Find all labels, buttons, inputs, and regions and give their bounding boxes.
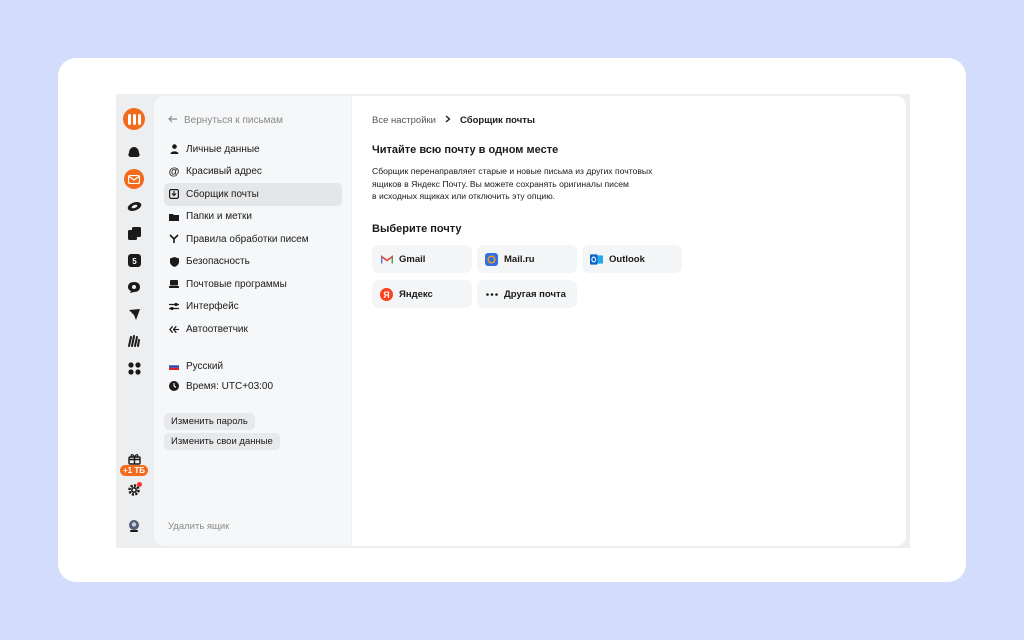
- clock-icon: [169, 381, 179, 391]
- sidebar-item-mail-collector[interactable]: Сборщик почты: [164, 183, 342, 206]
- app-rail: 5 +1 ТБ: [116, 94, 152, 548]
- locale-settings: Русский Время: UTC+03:00: [164, 356, 342, 396]
- sidebar-item-label: Автоответчик: [186, 323, 248, 335]
- sidebar-item-label: Правила обработки писем: [186, 233, 309, 245]
- inbox-download-icon: [169, 189, 179, 200]
- shield-icon: [169, 256, 179, 267]
- page-description: Сборщик перенаправляет старые и новые пи…: [372, 165, 682, 203]
- gmail-icon: [380, 253, 393, 266]
- yandex-icon: Я: [380, 287, 393, 301]
- provider-yandex-button[interactable]: Я Яндекс: [372, 280, 472, 308]
- sidebar-item-mail-rules[interactable]: Правила обработки писем: [164, 228, 342, 251]
- sidebar-item-label: Интерфейс: [186, 301, 239, 313]
- sliders-icon: [169, 302, 179, 312]
- folder-icon: [169, 212, 179, 222]
- provider-label: Mail.ru: [504, 253, 535, 265]
- chevron-right-icon: [445, 115, 451, 126]
- sidebar-item-personal-data[interactable]: Личные данные: [164, 138, 342, 161]
- reply-all-icon: [169, 324, 179, 334]
- storage-badge[interactable]: +1 ТБ: [120, 465, 148, 476]
- provider-label: Gmail: [399, 253, 426, 265]
- telemost-icon[interactable]: [124, 304, 144, 324]
- sidebar-item-folders-labels[interactable]: Папки и метки: [164, 206, 342, 229]
- notes-hand-icon[interactable]: [124, 331, 144, 351]
- disk-icon[interactable]: [124, 196, 144, 216]
- change-password-button[interactable]: Изменить пароль: [164, 413, 255, 430]
- change-data-button[interactable]: Изменить свои данные: [164, 433, 280, 450]
- provider-other-button[interactable]: Другая почта: [477, 280, 577, 308]
- description-line: в исходных ящиках или отключить эту опци…: [372, 191, 556, 201]
- back-to-mail-link[interactable]: Вернуться к письмам: [168, 115, 283, 126]
- arrow-left-icon: [168, 115, 178, 126]
- notification-dot: [137, 482, 142, 487]
- at-icon: @: [168, 165, 180, 178]
- calendar-icon[interactable]: 5: [124, 250, 144, 270]
- description-line: ящиков в Яндекс Почту. Вы можете сохраня…: [372, 178, 629, 189]
- settings-sidebar: Вернуться к письмам Личные данные @ Крас…: [154, 96, 351, 546]
- russia-flag-icon: [169, 361, 179, 371]
- settings-gear-icon[interactable]: [124, 480, 144, 500]
- settings-main-panel: Все настройки Сборщик почты Читайте всю …: [352, 96, 906, 546]
- sidebar-item-autoresponder[interactable]: Автоответчик: [164, 318, 342, 341]
- delete-mailbox-link[interactable]: Удалить ящик: [168, 521, 229, 532]
- provider-gmail-button[interactable]: Gmail: [372, 245, 472, 273]
- breadcrumb-current: Сборщик почты: [459, 115, 536, 126]
- sidebar-item-label: Безопасность: [186, 256, 250, 268]
- filter-icon: [169, 234, 179, 244]
- description-line: Сборщик перенаправляет старые и новые пи…: [372, 166, 653, 176]
- sidebar-item-interface[interactable]: Интерфейс: [164, 296, 342, 319]
- sidebar-item-label: Сборщик почты: [186, 188, 259, 200]
- provider-label: Другая почта: [504, 288, 566, 300]
- svg-text:5: 5: [132, 257, 137, 266]
- sidebar-item-label: Личные данные: [186, 143, 260, 155]
- provider-outlook-button[interactable]: Outlook: [582, 245, 682, 273]
- user-avatar-icon[interactable]: [124, 516, 144, 536]
- sidebar-item-mail-programs[interactable]: Почтовые программы: [164, 273, 342, 296]
- language-label: Русский: [186, 360, 224, 372]
- messenger-icon[interactable]: [124, 277, 144, 297]
- all-services-icon[interactable]: [124, 358, 144, 378]
- sidebar-item-pretty-address[interactable]: @ Красивый адрес: [164, 161, 342, 184]
- sidebar-item-label: Красивый адрес: [186, 166, 262, 178]
- timezone-label: Время: UTC+03:00: [186, 380, 274, 392]
- person-icon: [169, 144, 179, 155]
- mail-app-window: 5 +1 ТБ Вернуться к письмам Личные данны…: [116, 94, 910, 548]
- rail-bottom: +1 ТБ: [116, 442, 152, 536]
- documents-icon[interactable]: [124, 223, 144, 243]
- sidebar-item-label: Папки и метки: [186, 211, 252, 223]
- more-dots-icon: [485, 288, 498, 301]
- sidebar-item-security[interactable]: Безопасность: [164, 251, 342, 274]
- provider-label: Яндекс: [399, 288, 433, 300]
- mail-icon[interactable]: [124, 169, 144, 189]
- cloud-icon[interactable]: [124, 142, 144, 162]
- back-label: Вернуться к письмам: [184, 115, 283, 126]
- outlook-icon: [590, 253, 603, 266]
- laptop-icon: [169, 279, 179, 289]
- timezone-selector[interactable]: Время: UTC+03:00: [164, 376, 342, 396]
- provider-mailru-button[interactable]: Mail.ru: [477, 245, 577, 273]
- sidebar-item-label: Почтовые программы: [186, 278, 287, 290]
- provider-label: Outlook: [609, 253, 645, 265]
- svg-text:Я: Я: [383, 290, 389, 300]
- choose-mail-heading: Выберите почту: [372, 223, 462, 235]
- yandex-360-logo-icon[interactable]: [123, 108, 145, 130]
- page-title: Читайте всю почту в одном месте: [372, 144, 559, 156]
- language-selector[interactable]: Русский: [164, 356, 342, 376]
- settings-menu: Личные данные @ Красивый адрес Сборщик п…: [164, 138, 342, 341]
- mailru-icon: [485, 252, 498, 266]
- breadcrumb: Все настройки Сборщик почты: [372, 115, 535, 126]
- breadcrumb-all-settings[interactable]: Все настройки: [372, 115, 436, 126]
